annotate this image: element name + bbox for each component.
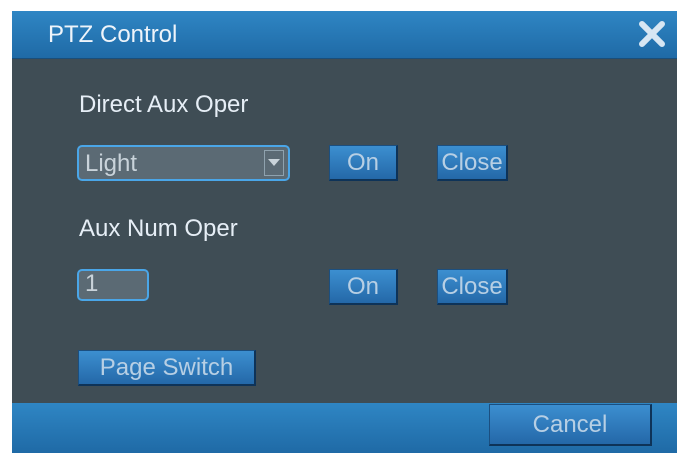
ptz-control-dialog: PTZ Control Direct Aux Oper Light On Clo…	[12, 11, 677, 453]
direct-aux-close-button[interactable]: Close	[437, 145, 508, 181]
aux-num-on-button[interactable]: On	[329, 269, 398, 305]
direct-aux-on-button[interactable]: On	[329, 145, 398, 181]
aux-num-oper-label: Aux Num Oper	[79, 215, 238, 242]
close-icon[interactable]	[637, 19, 667, 49]
dialog-title: PTZ Control	[48, 21, 178, 48]
dialog-footer: Cancel	[12, 403, 677, 453]
direct-aux-oper-label: Direct Aux Oper	[79, 91, 249, 118]
aux-num-input[interactable]: 1	[77, 269, 149, 301]
aux-function-select-value: Light	[85, 150, 138, 177]
dialog-titlebar: PTZ Control	[12, 11, 677, 59]
cancel-button[interactable]: Cancel	[489, 404, 652, 446]
aux-function-select[interactable]: Light	[77, 145, 290, 181]
page-switch-button[interactable]: Page Switch	[78, 350, 256, 386]
aux-num-close-button[interactable]: Close	[437, 269, 508, 305]
chevron-down-icon[interactable]	[264, 150, 284, 176]
